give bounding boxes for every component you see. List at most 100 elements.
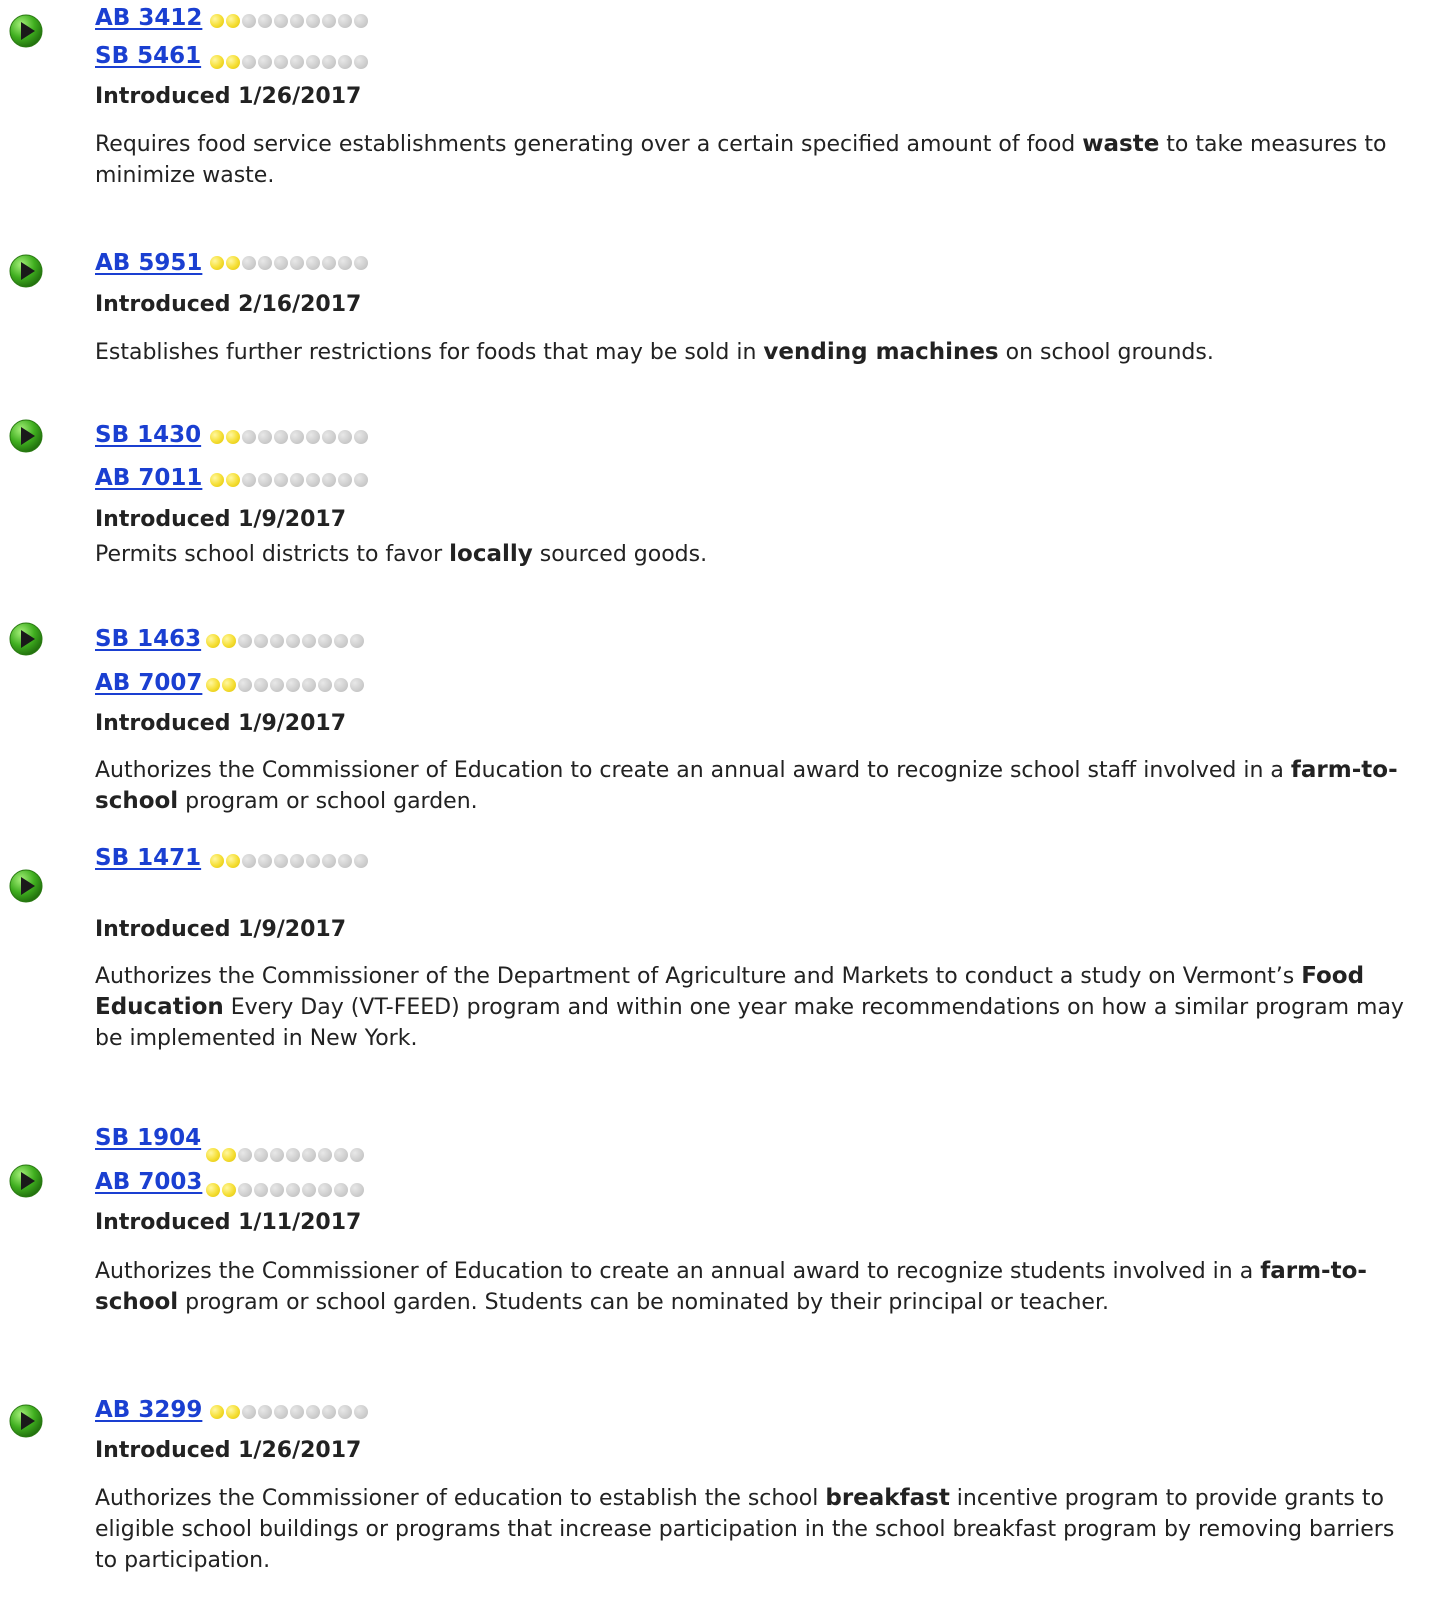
progress-dots — [210, 256, 370, 270]
bill-link[interactable]: AB 5951 — [95, 250, 202, 276]
progress-dot-empty — [306, 1405, 320, 1419]
progress-dot-empty — [238, 634, 252, 648]
description-text: Establishes further restrictions for foo… — [95, 340, 764, 365]
progress-dot-empty — [290, 1405, 304, 1419]
progress-dot-empty — [354, 473, 368, 487]
progress-dot-filled — [222, 678, 236, 692]
progress-dot-empty — [238, 1148, 252, 1162]
bill-link-row: AB 7007 — [95, 668, 202, 698]
progress-dot-empty — [322, 256, 336, 270]
introduced-date: Introduced 1/11/2017 — [95, 1210, 362, 1235]
progress-dot-empty — [338, 256, 352, 270]
bill-link[interactable]: AB 7007 — [95, 670, 202, 696]
progress-dot-empty — [302, 1148, 316, 1162]
bill-link-row: SB 1463 — [95, 624, 201, 654]
progress-dot-filled — [226, 473, 240, 487]
progress-dot-empty — [350, 1148, 364, 1162]
progress-dot-empty — [350, 634, 364, 648]
progress-dot-empty — [306, 256, 320, 270]
progress-dot-empty — [338, 55, 352, 69]
progress-dot-empty — [338, 14, 352, 28]
progress-dot-filled — [206, 1148, 220, 1162]
progress-dot-empty — [290, 14, 304, 28]
progress-dot-filled — [226, 256, 240, 270]
progress-dot-filled — [210, 1405, 224, 1419]
progress-dot-empty — [258, 55, 272, 69]
progress-dot-filled — [210, 256, 224, 270]
bill-link[interactable]: SB 5461 — [95, 43, 201, 69]
description-text: program or school garden. Students can b… — [178, 1290, 1109, 1315]
progress-dot-empty — [290, 854, 304, 868]
progress-dot-empty — [286, 678, 300, 692]
description-keyword: locally — [449, 541, 533, 567]
bill-link[interactable]: SB 1430 — [95, 422, 201, 448]
bill-link-row: AB 5951 — [95, 248, 202, 278]
description-text: program or school garden. — [178, 789, 478, 814]
progress-dot-empty — [258, 256, 272, 270]
progress-dot-empty — [242, 256, 256, 270]
progress-dot-empty — [302, 1183, 316, 1197]
bill-link[interactable]: AB 7003 — [95, 1169, 202, 1195]
bill-description: Authorizes the Commissioner of the Depar… — [95, 961, 1405, 1054]
progress-dot-empty — [238, 678, 252, 692]
bill-link[interactable]: AB 3299 — [95, 1397, 202, 1423]
bill-description: Requires food service establishments gen… — [95, 129, 1405, 191]
progress-dot-empty — [254, 1183, 268, 1197]
progress-dot-empty — [306, 14, 320, 28]
description-text: Permits school districts to favor — [95, 542, 450, 567]
progress-dots — [210, 430, 370, 444]
progress-dot-empty — [274, 473, 288, 487]
progress-dots — [210, 473, 370, 487]
play-icon[interactable] — [8, 1403, 44, 1439]
bill-link[interactable]: SB 1463 — [95, 626, 201, 652]
progress-dot-empty — [302, 678, 316, 692]
introduced-date: Introduced 1/9/2017 — [95, 507, 347, 532]
progress-dots — [206, 678, 366, 692]
play-icon[interactable] — [8, 418, 44, 454]
progress-dot-empty — [322, 55, 336, 69]
progress-dot-filled — [206, 1183, 220, 1197]
progress-dot-empty — [270, 1148, 284, 1162]
progress-dot-empty — [306, 430, 320, 444]
bill-link[interactable]: SB 1904 — [95, 1125, 201, 1151]
description-text: Every Day (VT-FEED) program and within o… — [95, 995, 1404, 1051]
bill-description: Authorizes the Commissioner of Education… — [95, 755, 1405, 817]
progress-dot-empty — [286, 634, 300, 648]
description-keyword: vending machines — [763, 339, 999, 365]
play-icon[interactable] — [8, 253, 44, 289]
bill-description: Establishes further restrictions for foo… — [95, 337, 1405, 368]
progress-dots — [210, 854, 370, 868]
progress-dot-empty — [286, 1183, 300, 1197]
progress-dots — [206, 1183, 366, 1197]
progress-dot-empty — [318, 634, 332, 648]
progress-dot-empty — [322, 854, 336, 868]
bill-link-row: SB 5461 — [95, 41, 201, 71]
introduced-date: Introduced 1/9/2017 — [95, 711, 347, 736]
progress-dots — [206, 634, 366, 648]
progress-dot-empty — [254, 634, 268, 648]
play-icon[interactable] — [8, 13, 44, 49]
progress-dot-empty — [290, 473, 304, 487]
bill-link-row: SB 1904 — [95, 1123, 201, 1153]
progress-dot-empty — [242, 473, 256, 487]
bill-link-row: AB 3299 — [95, 1395, 202, 1425]
bill-link[interactable]: SB 1471 — [95, 845, 201, 871]
progress-dot-empty — [258, 1405, 272, 1419]
progress-dot-empty — [242, 1405, 256, 1419]
bill-link-row: AB 7011 — [95, 463, 202, 493]
bill-link[interactable]: AB 3412 — [95, 5, 202, 31]
progress-dot-empty — [322, 430, 336, 444]
progress-dot-empty — [274, 256, 288, 270]
progress-dot-empty — [322, 473, 336, 487]
progress-dot-empty — [270, 1183, 284, 1197]
play-icon[interactable] — [8, 621, 44, 657]
progress-dot-empty — [306, 55, 320, 69]
progress-dot-filled — [226, 1405, 240, 1419]
play-icon[interactable] — [8, 868, 44, 904]
bill-description: Authorizes the Commissioner of Education… — [95, 1256, 1405, 1318]
progress-dot-empty — [274, 55, 288, 69]
progress-dot-empty — [318, 1183, 332, 1197]
play-icon[interactable] — [8, 1163, 44, 1199]
bill-link[interactable]: AB 7011 — [95, 465, 202, 491]
progress-dot-empty — [270, 634, 284, 648]
